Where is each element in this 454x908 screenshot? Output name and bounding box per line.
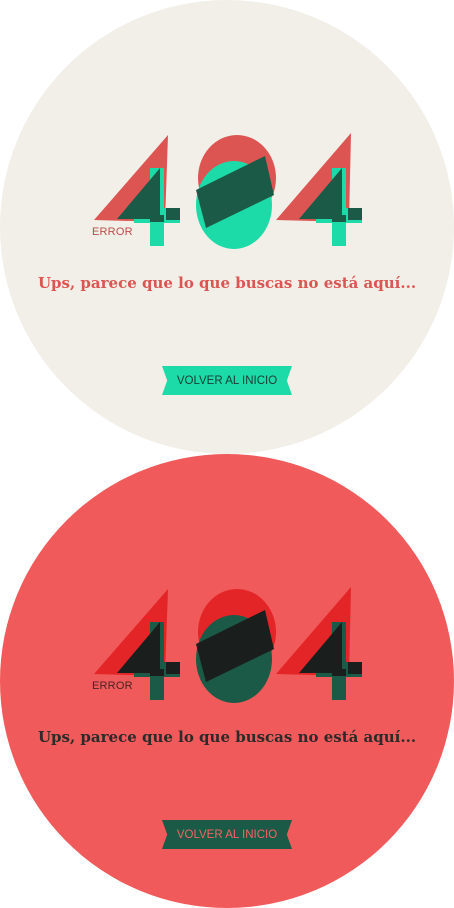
home-button[interactable]: VOLVER AL INICIO <box>162 820 292 849</box>
error-message: Ups, parece que lo que buscas no está aq… <box>37 728 417 746</box>
error-label: ERROR <box>92 226 133 238</box>
error-message: Ups, parece que lo que buscas no está aq… <box>37 274 417 292</box>
home-button[interactable]: VOLVER AL INICIO <box>162 366 292 395</box>
error-label: ERROR <box>92 680 133 692</box>
error-panel-coral: ERROR Ups, parece que lo que buscas no e… <box>0 454 454 908</box>
error-panel-light: ERROR Ups, parece que lo que buscas no e… <box>0 0 454 454</box>
